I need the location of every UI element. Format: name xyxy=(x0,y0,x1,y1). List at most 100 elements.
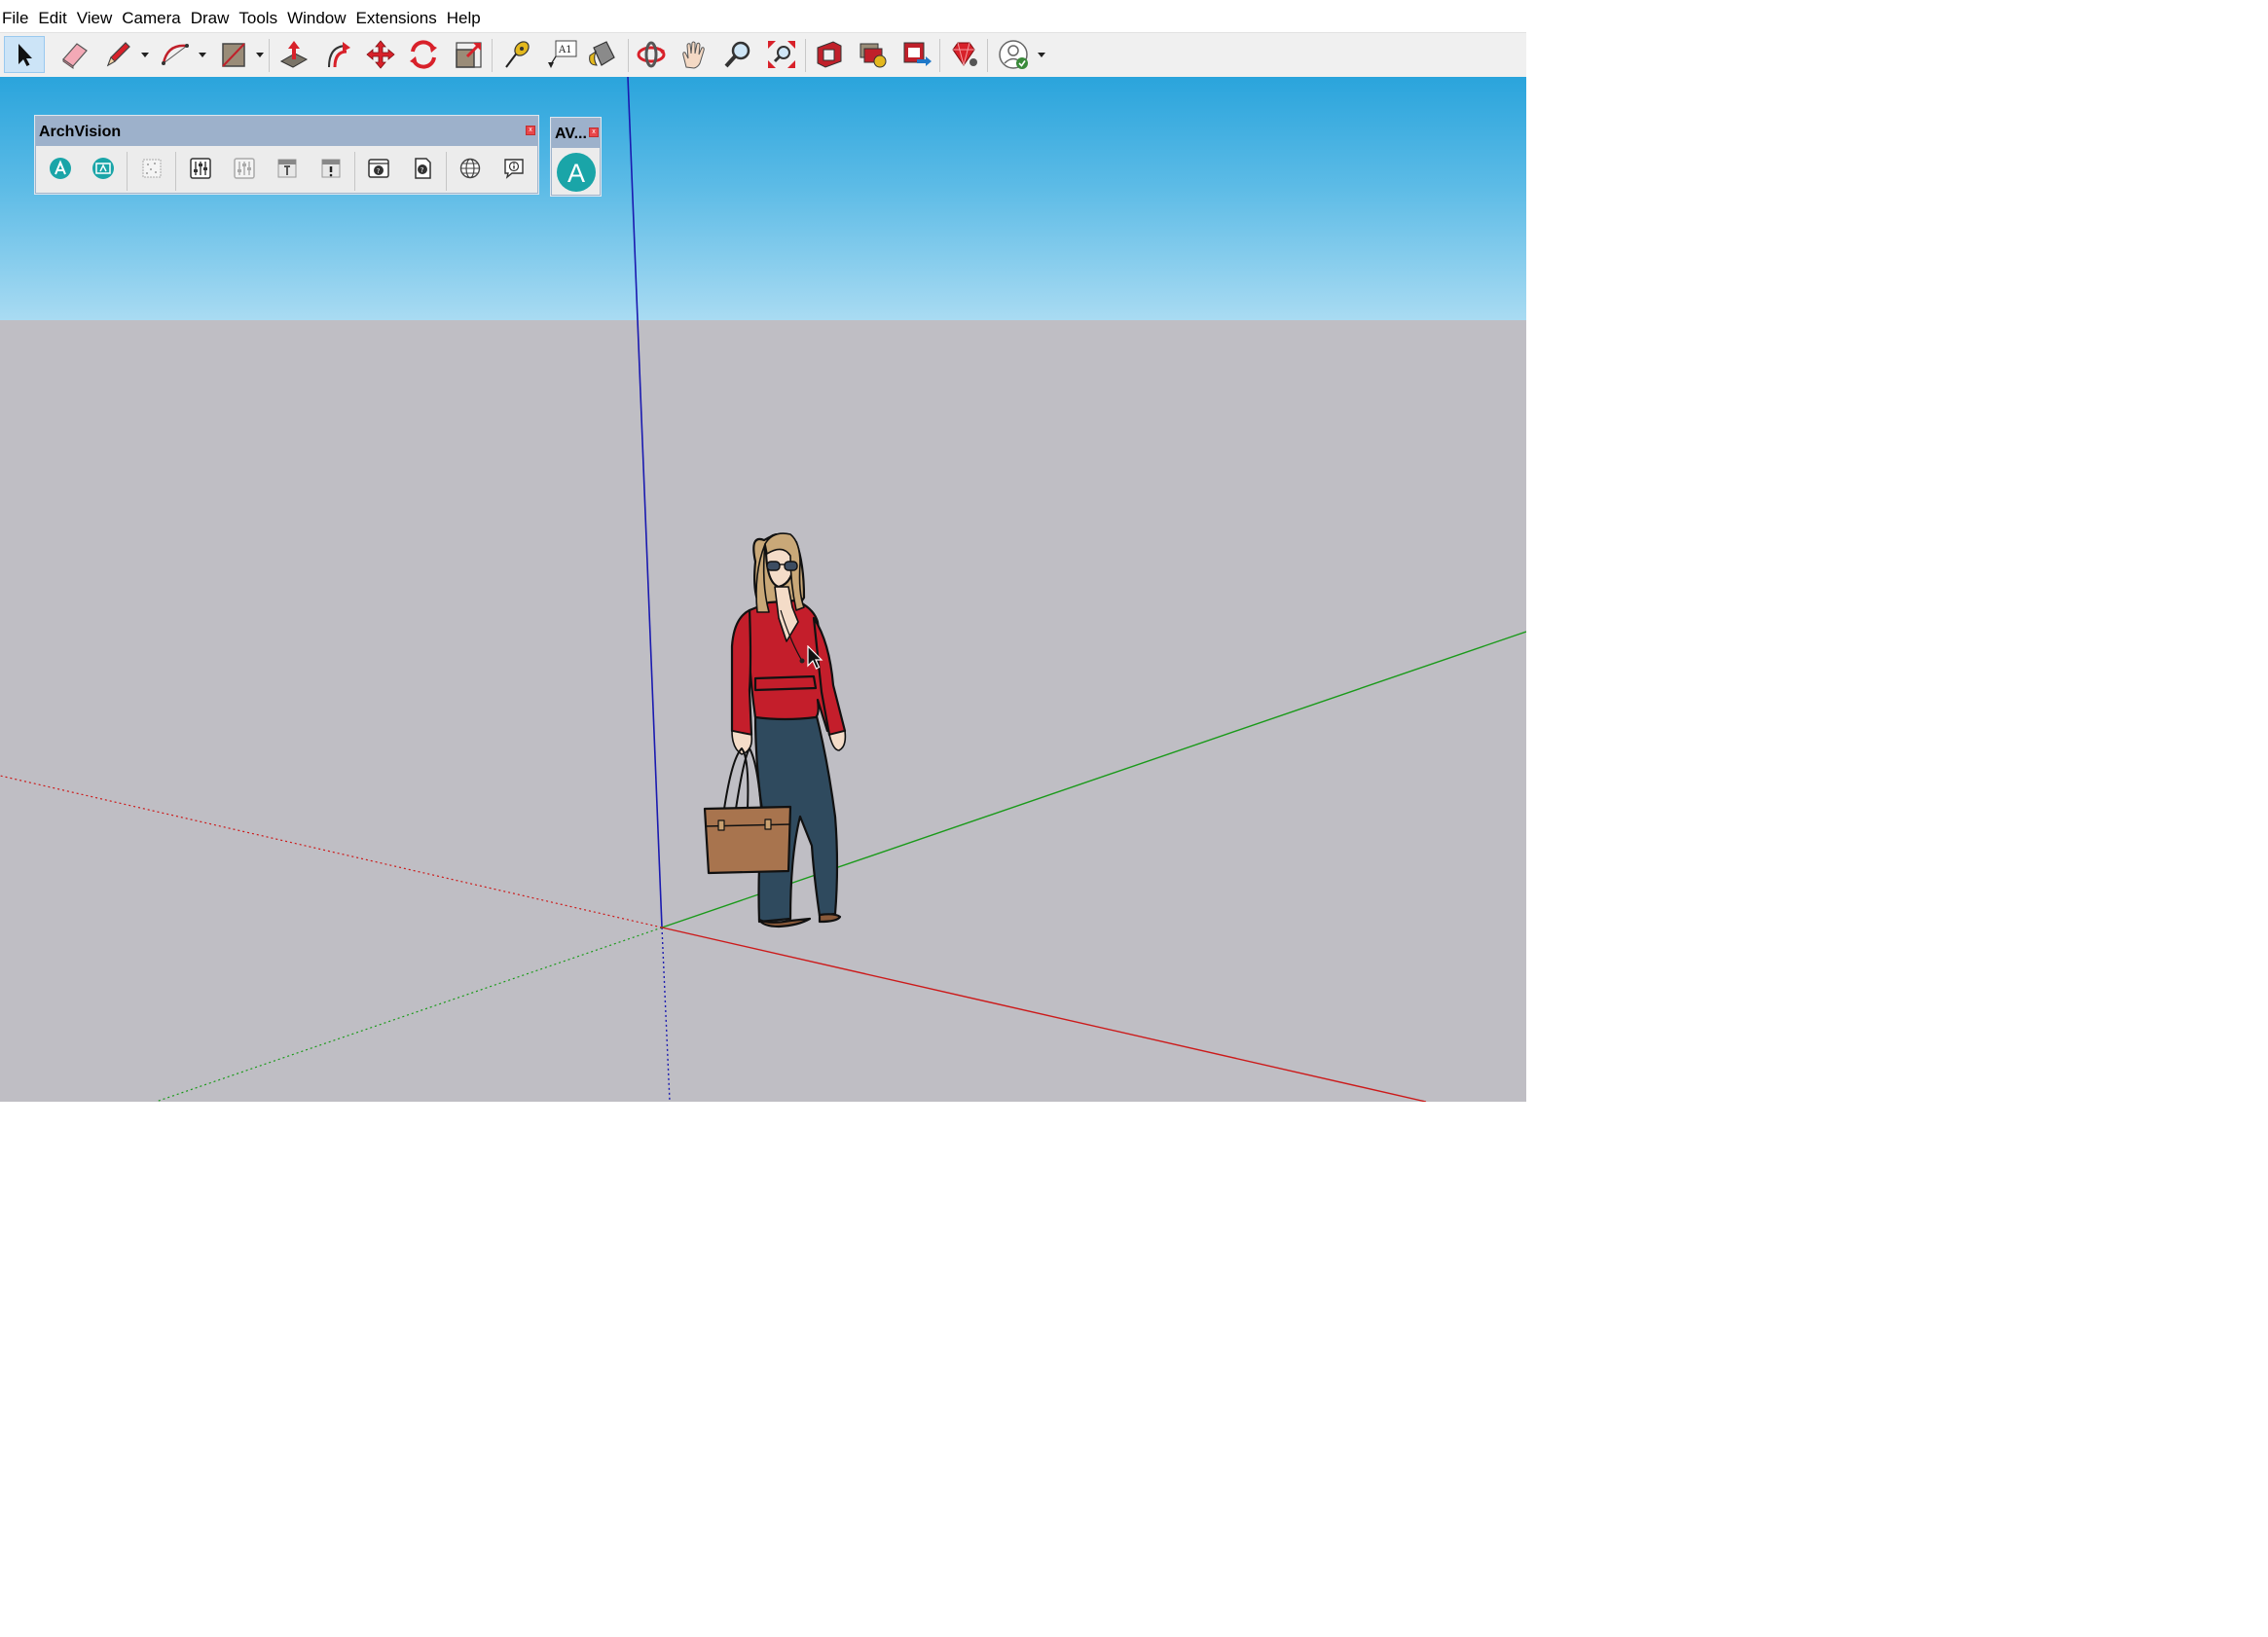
toolbar-separator xyxy=(987,39,988,72)
x-axis-negative-line xyxy=(0,775,663,928)
x-axis-line xyxy=(661,927,1427,1102)
warehouse-button[interactable] xyxy=(808,36,849,73)
chevron-down-icon[interactable] xyxy=(141,51,149,58)
scatter-button[interactable] xyxy=(139,156,165,181)
archvision-content-button[interactable] xyxy=(48,156,73,181)
archvision-display-icon xyxy=(92,158,114,179)
menu-tools[interactable]: Tools xyxy=(234,0,282,35)
archvision-logo-icon xyxy=(50,158,71,179)
rectangle-icon xyxy=(222,43,245,67)
pencil-tool-button[interactable] xyxy=(97,36,138,73)
archvision-display-button[interactable] xyxy=(91,156,116,181)
user-account-icon xyxy=(999,40,1028,69)
text-icon: A1 xyxy=(548,40,577,68)
zoom-extents-icon xyxy=(768,41,795,68)
archvision-toolbar-panel[interactable]: ArchVision x ? ? xyxy=(35,116,538,194)
tape-measure-icon xyxy=(505,41,530,68)
archvision-logo-icon: A xyxy=(557,153,596,192)
person-figure[interactable] xyxy=(703,532,847,928)
paint-bucket-icon xyxy=(589,41,615,66)
toolbar-separator xyxy=(492,39,493,72)
menu-file[interactable]: File xyxy=(0,0,33,35)
chevron-down-icon[interactable] xyxy=(1038,51,1045,58)
svg-text:A: A xyxy=(567,159,585,188)
toolbar-separator xyxy=(628,39,629,72)
rectangle-tool-button[interactable] xyxy=(212,36,253,73)
menu-bar: File Edit View Camera Draw Tools Window … xyxy=(0,0,1526,35)
mouse-cursor-icon xyxy=(807,645,823,670)
menu-draw[interactable]: Draw xyxy=(186,0,235,35)
offset-tool-button[interactable] xyxy=(317,36,358,73)
info-icon xyxy=(504,159,524,179)
help-window-button[interactable]: ? xyxy=(366,156,391,181)
pan-hand-icon xyxy=(682,41,705,69)
paint-bucket-tool-button[interactable] xyxy=(581,36,622,73)
scene-canvas[interactable] xyxy=(0,77,1526,1102)
text-tool-button[interactable]: A1 xyxy=(541,36,582,73)
close-icon[interactable]: x xyxy=(589,127,599,137)
help-document-icon: ? xyxy=(415,158,431,179)
zoom-extents-tool-button[interactable] xyxy=(761,36,802,73)
archvision-panel-title[interactable]: ArchVision xyxy=(36,117,537,146)
menu-window[interactable]: Window xyxy=(282,0,350,35)
menu-help[interactable]: Help xyxy=(442,0,486,35)
orbit-tool-button[interactable] xyxy=(631,36,672,73)
chevron-down-icon[interactable] xyxy=(256,51,264,58)
share-model-button[interactable] xyxy=(853,36,894,73)
arc-icon xyxy=(162,44,189,65)
help-document-button[interactable]: ? xyxy=(410,156,435,181)
z-axis-line xyxy=(627,77,663,928)
3d-warehouse-icon xyxy=(817,41,842,68)
info-button[interactable] xyxy=(501,156,527,181)
settings-sliders-button[interactable] xyxy=(188,156,213,181)
rotate-tool-button[interactable] xyxy=(403,36,444,73)
arrow-cursor-icon xyxy=(18,44,32,66)
panel-separator xyxy=(446,152,447,191)
eraser-tool-button[interactable] xyxy=(54,36,94,73)
settings-sliders-disabled-button[interactable] xyxy=(232,156,257,181)
pencil-icon xyxy=(106,42,130,67)
svg-text:?: ? xyxy=(421,166,424,174)
extension-warehouse-button[interactable] xyxy=(896,36,936,73)
push-pull-tool-button[interactable] xyxy=(274,36,314,73)
archvision-launch-button[interactable]: A xyxy=(556,152,597,193)
arc-tool-button[interactable] xyxy=(156,36,197,73)
sliders-disabled-icon xyxy=(234,158,255,179)
zoom-icon xyxy=(724,41,750,68)
panel-separator xyxy=(127,152,128,191)
zoom-tool-button[interactable] xyxy=(717,36,758,73)
orbit-icon xyxy=(637,41,666,68)
eraser-icon xyxy=(62,43,88,69)
close-icon[interactable]: x xyxy=(526,126,535,135)
menu-camera[interactable]: Camera xyxy=(117,0,185,35)
share-model-icon xyxy=(860,43,887,68)
toolbar-separator xyxy=(269,39,270,72)
rotate-icon xyxy=(410,40,437,69)
move-icon xyxy=(366,40,395,69)
select-tool-button[interactable] xyxy=(4,36,45,73)
tape-measure-tool-button[interactable] xyxy=(496,36,537,73)
main-toolbar: A1 xyxy=(0,32,1526,78)
panel-separator xyxy=(175,152,176,191)
move-tool-button[interactable] xyxy=(360,36,401,73)
alert-placeholder-button[interactable] xyxy=(318,156,344,181)
globe-icon xyxy=(459,158,481,179)
panel-separator xyxy=(354,152,355,191)
offset-icon xyxy=(328,42,350,68)
chevron-down-icon[interactable] xyxy=(199,51,206,58)
website-button[interactable] xyxy=(457,156,483,181)
ruby-console-button[interactable] xyxy=(943,36,984,73)
menu-extensions[interactable]: Extensions xyxy=(351,0,442,35)
text-placeholder-icon xyxy=(277,159,297,178)
account-button[interactable] xyxy=(993,36,1034,73)
pan-tool-button[interactable] xyxy=(674,36,714,73)
menu-view[interactable]: View xyxy=(72,0,118,35)
menu-edit[interactable]: Edit xyxy=(33,0,71,35)
text-placeholder-button[interactable] xyxy=(274,156,300,181)
toolbar-separator xyxy=(805,39,806,72)
sliders-icon xyxy=(190,158,211,179)
av-toolbar-panel[interactable]: AV... x A xyxy=(551,118,601,196)
model-viewport[interactable] xyxy=(0,77,1526,1102)
scale-tool-button[interactable] xyxy=(448,36,489,73)
help-window-icon: ? xyxy=(368,159,389,178)
